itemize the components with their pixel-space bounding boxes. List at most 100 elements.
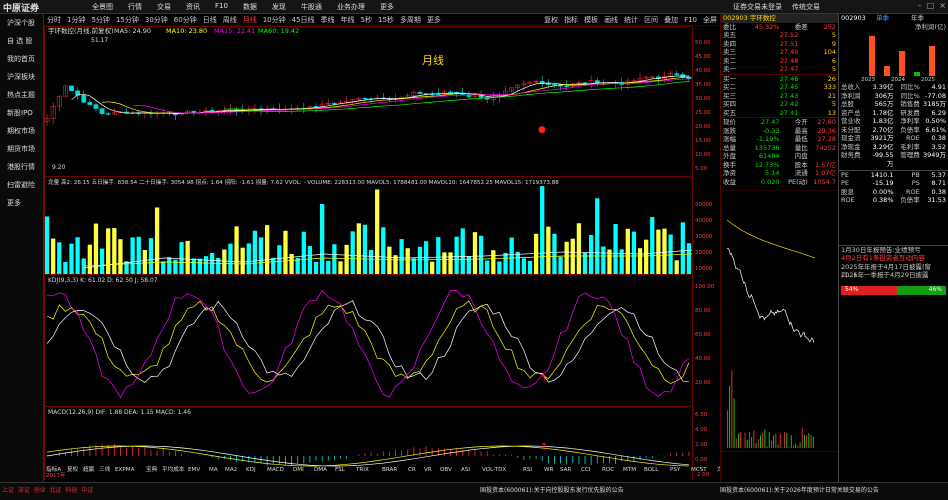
indicator-tab[interactable]: EXPMA: [115, 467, 135, 473]
period-tab[interactable]: 15秒: [375, 15, 397, 25]
period-tab[interactable]: 5秒: [358, 15, 375, 25]
indicator-tab[interactable]: VOL-TDX: [482, 467, 506, 473]
index-kc[interactable]: 科创: [65, 487, 77, 494]
news-ticker[interactable]: 国投资本(600061):关于向控股股东发行优先股的公告: [480, 485, 624, 494]
menu-item[interactable]: 牛股通: [301, 2, 322, 12]
index-cy[interactable]: 创业: [34, 487, 46, 494]
menu-item[interactable]: 更多: [380, 2, 394, 12]
period-tab[interactable]: 日线: [200, 15, 220, 25]
indicator-tab[interactable]: MCST: [691, 467, 707, 473]
sidebar-item[interactable]: 自 选 股: [0, 32, 43, 50]
toolbar-button[interactable]: 模板: [581, 15, 601, 25]
toolbar-button[interactable]: 复权: [541, 15, 561, 25]
index-sh[interactable]: 上证: [2, 487, 14, 494]
sidebar-item[interactable]: 更多: [0, 194, 43, 212]
intraday-mini-chart[interactable]: [720, 189, 840, 453]
sidebar-item[interactable]: 沪深个股: [0, 14, 43, 32]
period-tab[interactable]: 月线: [240, 15, 260, 25]
menu-item[interactable]: 资讯: [186, 2, 200, 12]
menu-item[interactable]: F10: [215, 2, 228, 12]
menu-item[interactable]: 发现: [272, 2, 286, 12]
indicator-tab[interactable]: FSL: [335, 467, 346, 473]
period-tab[interactable]: 1分钟: [64, 15, 88, 25]
period-tab[interactable]: 更多: [424, 15, 444, 25]
sidebar-item[interactable]: 我的首页: [0, 50, 43, 68]
period-tab[interactable]: 年线: [338, 15, 358, 25]
indicator-tab[interactable]: 超赢: [83, 465, 95, 473]
indicator-tab[interactable]: ROC: [602, 467, 614, 473]
indicator-tab[interactable]: MA: [209, 467, 218, 473]
sidebar-item[interactable]: 期货市场: [0, 140, 43, 158]
menu-item[interactable]: 业务办理: [337, 2, 365, 12]
period-tab[interactable]: 5分钟: [88, 15, 112, 25]
sidebar-item[interactable]: 港股行情: [0, 158, 43, 176]
toolbar-button[interactable]: 区间: [641, 15, 661, 25]
indicator-tab[interactable]: SAR: [560, 467, 571, 473]
indicator-tab[interactable]: 指标A: [46, 465, 61, 473]
indicator-tab[interactable]: 平均成本: [162, 465, 185, 473]
indicator-tab[interactable]: MTM: [623, 467, 636, 473]
indicator-tab[interactable]: 三线: [99, 465, 111, 473]
indicator-tab[interactable]: WR: [544, 467, 554, 473]
period-tab[interactable]: 分时: [44, 15, 64, 25]
period-tab[interactable]: 45日线: [289, 15, 318, 25]
menu-item[interactable]: 数据: [243, 2, 257, 12]
indicator-tab[interactable]: MACD: [267, 467, 284, 473]
menu-item[interactable]: 行情: [128, 2, 142, 12]
toolbar-button[interactable]: 统计: [621, 15, 641, 25]
tab-quarter[interactable]: 单季: [876, 14, 911, 23]
news-item[interactable]: 1月30日年报预告:业绩预亏: [839, 246, 948, 255]
period-tab[interactable]: 季线: [318, 15, 338, 25]
news-item[interactable]: 2025年年报于4月17日披露(窗口...): [839, 263, 948, 280]
indicator-tab[interactable]: 复权: [67, 465, 79, 473]
indicator-tab[interactable]: CCI: [581, 467, 591, 473]
indicator-tab[interactable]: MA2: [225, 467, 237, 473]
sidebar-item[interactable]: 热点主题: [0, 86, 43, 104]
indicator-tab[interactable]: DMA: [314, 467, 327, 473]
tab-year[interactable]: 年季: [911, 14, 946, 23]
sidebar-item[interactable]: 扫雷避险: [0, 176, 43, 194]
indicator-tab[interactable]: CR: [408, 467, 416, 473]
minimize-icon[interactable]: –: [918, 1, 922, 10]
indicator-tab[interactable]: VR: [424, 467, 432, 473]
index-sz[interactable]: 深证: [18, 487, 30, 494]
period-tab[interactable]: 15分钟: [113, 15, 142, 25]
trade-login-link[interactable]: 证券交易未登录: [733, 2, 782, 12]
indicator-tab[interactable]: BOLL: [644, 467, 659, 473]
close-icon[interactable]: ×: [939, 1, 946, 10]
period-tab[interactable]: 10分钟: [260, 15, 289, 25]
toolbar-button[interactable]: 叠加: [661, 15, 681, 25]
kline-chart[interactable]: 宇环数控(月线,前复权) MA5: 24.90 MA10: 23.80 MA15: 2…: [44, 26, 720, 480]
period-tab[interactable]: 60分钟: [171, 15, 200, 25]
indicator-tab[interactable]: DMI: [293, 467, 304, 473]
toolbar-button[interactable]: F10: [681, 16, 700, 24]
indicator-tab[interactable]: BRAR: [382, 467, 397, 473]
toolbar-button[interactable]: 画线: [601, 15, 621, 25]
period-tab[interactable]: 多周期: [397, 15, 424, 25]
news-item[interactable]: 2026年一季报于4月29日披露: [839, 271, 948, 280]
index-zz[interactable]: 中证: [81, 487, 93, 494]
indicator-tab[interactable]: KDJ: [246, 467, 256, 473]
toolbar-button[interactable]: 全屏: [700, 15, 720, 25]
indicator-tab[interactable]: 宝典: [146, 465, 158, 473]
toolbar-button[interactable]: 指标: [561, 15, 581, 25]
menu-item[interactable]: 交易: [157, 2, 171, 12]
news-ticker-right[interactable]: 国投资本(600061):关于2026年度预计日常关联交易的公告: [720, 485, 879, 494]
sidebar-item[interactable]: 沪深板块: [0, 68, 43, 86]
sidebar-item[interactable]: 期权市场: [0, 122, 43, 140]
period-tab[interactable]: 30分钟: [142, 15, 171, 25]
sidebar-item[interactable]: 新股IPO: [0, 104, 43, 122]
period-tab[interactable]: 周线: [220, 15, 240, 25]
menu-item[interactable]: 全景图: [92, 2, 113, 12]
index-bz[interactable]: 北证: [50, 487, 62, 494]
indicator-tab[interactable]: TRIX: [355, 467, 369, 473]
indicator-tab[interactable]: OBV: [440, 467, 452, 473]
news-item[interactable]: 4月2日有1条投资者互动内容: [839, 254, 948, 263]
indicator-tab[interactable]: EMV: [188, 467, 200, 473]
maximize-icon[interactable]: □: [927, 1, 935, 10]
indicator-tab[interactable]: PSY: [670, 467, 681, 473]
indicator-tab[interactable]: RSI: [523, 467, 532, 473]
indicator-tab[interactable]: ASI: [461, 467, 470, 473]
far-title: 002903 单季 年季: [839, 14, 948, 23]
classic-trade-link[interactable]: 传统交易: [792, 2, 820, 12]
